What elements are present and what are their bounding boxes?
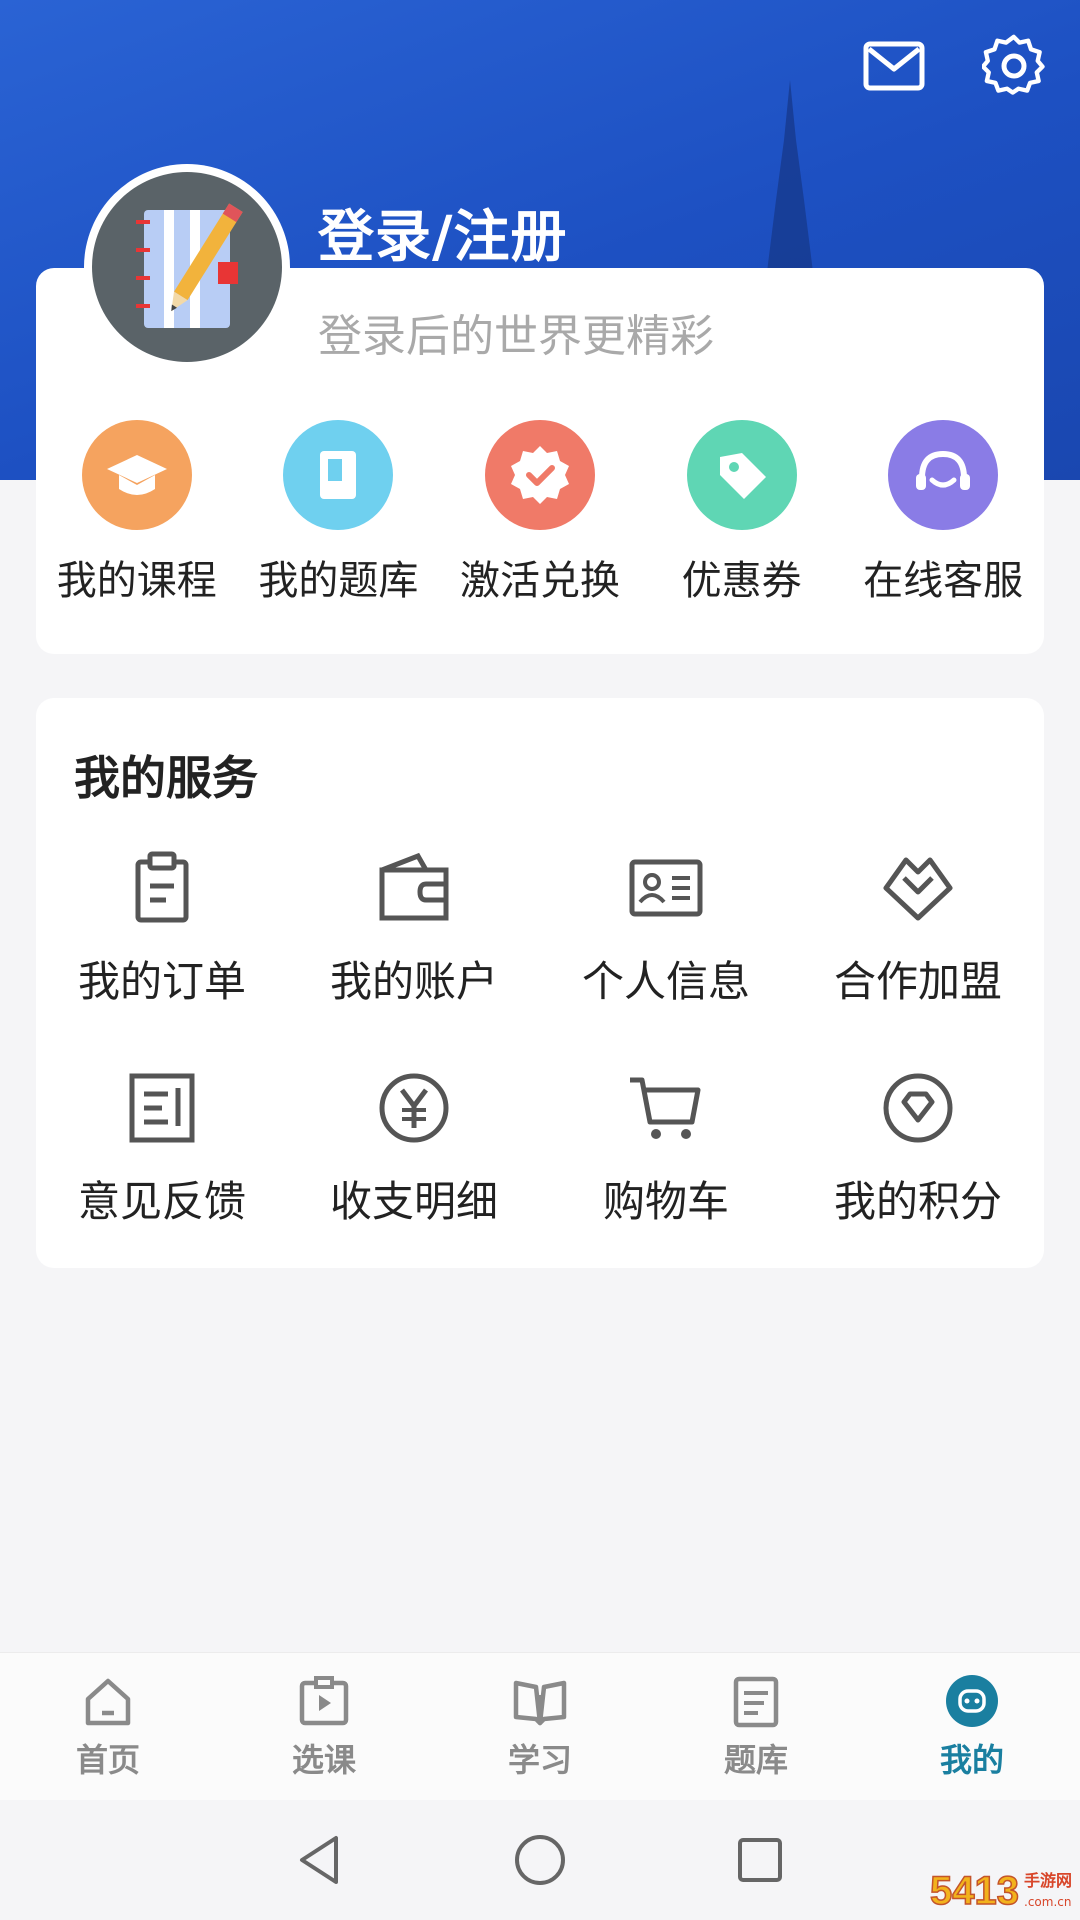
yen-icon bbox=[379, 1073, 449, 1143]
tab-label: 首页 bbox=[75, 1741, 140, 1779]
svg-text:手游网: 手游网 bbox=[1024, 1871, 1072, 1890]
back-button[interactable] bbox=[285, 1825, 355, 1895]
service-label: 我的积分 bbox=[833, 1177, 1002, 1226]
tab-mine[interactable]: 我的 bbox=[872, 1673, 1072, 1781]
quick-label: 在线客服 bbox=[863, 558, 1024, 604]
wallet-icon bbox=[379, 852, 449, 921]
quick-label: 我的题库 bbox=[258, 558, 419, 604]
video-clipboard-icon bbox=[299, 1676, 349, 1726]
service-label: 合作加盟 bbox=[833, 957, 1002, 1006]
service-label: 意见反馈 bbox=[77, 1177, 246, 1226]
home-nav-button[interactable] bbox=[505, 1825, 575, 1895]
service-label: 我的账户 bbox=[329, 957, 498, 1006]
mail-button[interactable] bbox=[858, 30, 930, 102]
service-label: 购物车 bbox=[602, 1177, 729, 1226]
home-circle-icon bbox=[515, 1835, 565, 1885]
tab-home[interactable]: 首页 bbox=[8, 1673, 208, 1781]
open-book-icon bbox=[513, 1680, 567, 1726]
tab-study[interactable]: 学习 bbox=[440, 1673, 640, 1781]
book-icon bbox=[283, 420, 394, 530]
quick-label: 激活兑换 bbox=[459, 558, 620, 604]
gear-icon bbox=[982, 34, 1045, 95]
document-icon bbox=[733, 1676, 779, 1728]
notebook-pencil-icon bbox=[92, 172, 282, 362]
tab-question-bank[interactable]: 题库 bbox=[656, 1673, 856, 1781]
id-card-icon bbox=[629, 859, 703, 917]
services-card: 我的服务 我的订单 我的账户 个人信息 合作加盟 意见反馈 收支明细 购物车 我… bbox=[36, 698, 1044, 1268]
service-label: 我的订单 bbox=[77, 957, 246, 1006]
service-income-expense[interactable]: 收支明细 bbox=[288, 1068, 540, 1288]
cart-icon bbox=[630, 1077, 701, 1139]
handshake-icon bbox=[883, 857, 953, 921]
tab-courses[interactable]: 选课 bbox=[224, 1673, 424, 1781]
quick-my-courses[interactable]: 我的课程 bbox=[39, 420, 234, 610]
service-label: 个人信息 bbox=[581, 957, 750, 1006]
bottom-tab-bar: 首页 选课 学习 题库 我的 bbox=[0, 1652, 1080, 1801]
back-triangle-icon bbox=[300, 1836, 338, 1884]
svg-text:.com.cn: .com.cn bbox=[1024, 1895, 1071, 1909]
quick-coupons[interactable]: 优惠券 bbox=[644, 420, 839, 610]
svg-text:5413: 5413 bbox=[930, 1869, 1019, 1913]
tab-label: 我的 bbox=[939, 1741, 1004, 1779]
services-title: 我的服务 bbox=[74, 751, 258, 805]
settings-button[interactable] bbox=[978, 30, 1050, 102]
service-my-account[interactable]: 我的账户 bbox=[288, 848, 540, 1068]
quick-label: 优惠券 bbox=[681, 558, 802, 604]
mail-icon bbox=[863, 41, 925, 91]
quick-label: 我的课程 bbox=[56, 558, 217, 604]
quick-my-question-bank[interactable]: 我的题库 bbox=[241, 420, 436, 610]
quick-online-service[interactable]: 在线客服 bbox=[846, 420, 1041, 610]
headset-icon bbox=[888, 420, 999, 530]
tab-label: 选课 bbox=[291, 1741, 356, 1779]
system-navigation-bar bbox=[0, 1800, 1080, 1920]
service-shopping-cart[interactable]: 购物车 bbox=[540, 1068, 792, 1288]
recents-square-icon bbox=[738, 1838, 782, 1882]
clipboard-icon bbox=[135, 851, 189, 923]
service-my-points[interactable]: 我的积分 bbox=[792, 1068, 1044, 1288]
login-register-link[interactable]: 登录/注册 bbox=[318, 192, 567, 273]
home-icon bbox=[85, 1678, 131, 1726]
badge-check-icon bbox=[484, 420, 595, 530]
service-partnership[interactable]: 合作加盟 bbox=[792, 848, 1044, 1068]
tower-silhouette bbox=[766, 80, 814, 280]
service-my-orders[interactable]: 我的订单 bbox=[36, 848, 288, 1068]
service-label: 收支明细 bbox=[329, 1177, 498, 1226]
feedback-icon bbox=[129, 1073, 195, 1143]
services-grid: 我的订单 我的账户 个人信息 合作加盟 意见反馈 收支明细 购物车 我的积分 bbox=[36, 848, 1044, 1288]
recents-button[interactable] bbox=[725, 1825, 795, 1895]
tab-label: 学习 bbox=[507, 1741, 572, 1779]
tab-label: 题库 bbox=[723, 1741, 788, 1779]
graduation-cap-icon bbox=[81, 420, 192, 530]
quick-activate-redeem[interactable]: 激活兑换 bbox=[442, 420, 637, 610]
login-subtitle: 登录后的世界更精彩 bbox=[318, 311, 714, 362]
profile-face-icon bbox=[946, 1675, 998, 1727]
diamond-icon bbox=[883, 1073, 953, 1143]
tag-icon bbox=[686, 420, 797, 530]
service-feedback[interactable]: 意见反馈 bbox=[36, 1068, 288, 1288]
watermark-logo: 5413 手游网 .com.cn bbox=[928, 1862, 1074, 1914]
quick-actions: 我的课程 我的题库 激活兑换 优惠券 在线客服 bbox=[36, 420, 1044, 610]
avatar[interactable] bbox=[84, 164, 290, 370]
service-personal-info[interactable]: 个人信息 bbox=[540, 848, 792, 1068]
